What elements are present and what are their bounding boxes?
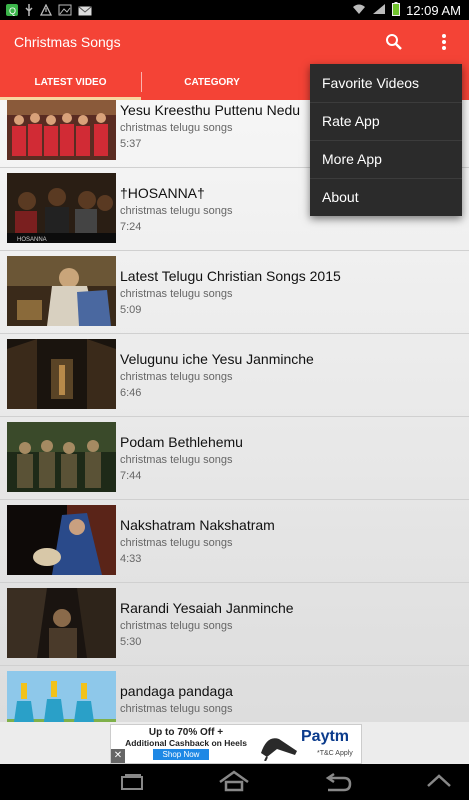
menu-item-rate-app[interactable]: Rate App [310, 102, 462, 141]
home-icon[interactable] [218, 770, 250, 797]
menu-item-label: Favorite Videos [322, 75, 420, 91]
video-title: Rarandi Yesaiah Janminche [120, 600, 294, 616]
list-item[interactable]: Nakshatram Nakshatram christmas telugu s… [0, 499, 469, 583]
image-notification-icon [58, 3, 72, 21]
video-title: Velugunu iche Yesu Janminche [120, 351, 314, 367]
battery-icon [392, 2, 401, 19]
video-title: Nakshatram Nakshatram [120, 517, 275, 533]
status-time: 12:09 AM [406, 3, 461, 18]
video-duration: 7:44 [120, 470, 142, 482]
list-item[interactable]: Velugunu iche Yesu Janminche christmas t… [0, 333, 469, 417]
video-category: christmas telugu songs [120, 288, 233, 300]
video-title: Latest Telugu Christian Songs 2015 [120, 268, 341, 284]
heels-icon [261, 738, 297, 761]
svg-text:HOSANNA: HOSANNA [17, 237, 47, 243]
recent-apps-icon[interactable] [118, 772, 146, 797]
ad-terms: *T&C Apply [317, 750, 353, 757]
ad-line2: Additional Cashback on Heels [125, 738, 247, 748]
mail-icon [78, 3, 92, 21]
video-category: christmas telugu songs [120, 703, 233, 715]
menu-item-about[interactable]: About [310, 178, 462, 216]
video-thumbnail [7, 588, 116, 658]
video-title: Yesu Kreesthu Puttenu Nedu [120, 102, 301, 118]
video-duration: 4:33 [120, 553, 142, 565]
video-duration: 5:09 [120, 304, 142, 316]
video-duration: 7:24 [120, 221, 142, 233]
back-icon[interactable] [322, 772, 352, 797]
list-item[interactable]: Latest Telugu Christian Songs 2015 chris… [0, 250, 469, 334]
video-title: pandaga pandaga [120, 683, 233, 699]
menu-item-label: More App [322, 151, 382, 167]
video-duration: 6:46 [120, 387, 142, 399]
svg-text:Q: Q [9, 6, 16, 16]
video-title: †HOSANNA† [120, 185, 205, 201]
video-category: christmas telugu songs [120, 620, 233, 632]
video-category: christmas telugu songs [120, 122, 233, 134]
system-nav-bar [0, 764, 469, 800]
ad-line1: Up to 70% Off + [148, 727, 224, 738]
signal-icon [372, 3, 386, 18]
video-thumbnail: HOSANNA [7, 173, 116, 243]
video-category: christmas telugu songs [120, 454, 233, 466]
video-category: christmas telugu songs [120, 205, 233, 217]
tab-latest-video[interactable]: LATEST VIDEO [0, 64, 141, 100]
video-thumbnail [7, 100, 116, 160]
video-thumbnail [7, 505, 116, 575]
overflow-menu: Favorite Videos Rate App More App About [310, 64, 462, 216]
list-item[interactable]: Podam Bethlehemu christmas telugu songs … [0, 416, 469, 500]
search-icon[interactable] [382, 30, 406, 54]
video-thumbnail [7, 339, 116, 409]
status-bar: Q 12:09 AM [0, 0, 469, 20]
video-duration: 5:30 [120, 636, 142, 648]
ad-close-icon[interactable]: ✕ [111, 749, 125, 763]
menu-item-favorite-videos[interactable]: Favorite Videos [310, 64, 462, 103]
video-category: christmas telugu songs [120, 371, 233, 383]
warning-icon [39, 3, 53, 21]
app-title: Christmas Songs [14, 34, 121, 50]
video-duration: 5:37 [120, 138, 142, 150]
video-title: Podam Bethlehemu [120, 434, 243, 450]
menu-item-label: Rate App [322, 113, 380, 129]
video-thumbnail [7, 422, 116, 492]
overflow-menu-icon[interactable] [432, 30, 456, 54]
menu-item-more-app[interactable]: More App [310, 140, 462, 179]
ad-shop-now-button[interactable]: Shop Now [153, 749, 209, 760]
app-bar: Christmas Songs [0, 20, 469, 64]
usb-icon [24, 3, 34, 21]
ad-brand: Paytm [301, 728, 350, 745]
list-item[interactable]: Rarandi Yesaiah Janminche christmas telu… [0, 582, 469, 666]
menu-item-label: About [322, 189, 359, 205]
tab-category[interactable]: CATEGORY [142, 64, 282, 100]
chevron-up-icon[interactable] [424, 772, 454, 797]
wifi-icon [352, 3, 366, 18]
ad-banner[interactable]: ✕ Up to 70% Off + Additional Cashback on… [110, 724, 362, 764]
video-thumbnail [7, 256, 116, 326]
video-category: christmas telugu songs [120, 537, 233, 549]
app-notification-icon: Q [6, 3, 18, 21]
